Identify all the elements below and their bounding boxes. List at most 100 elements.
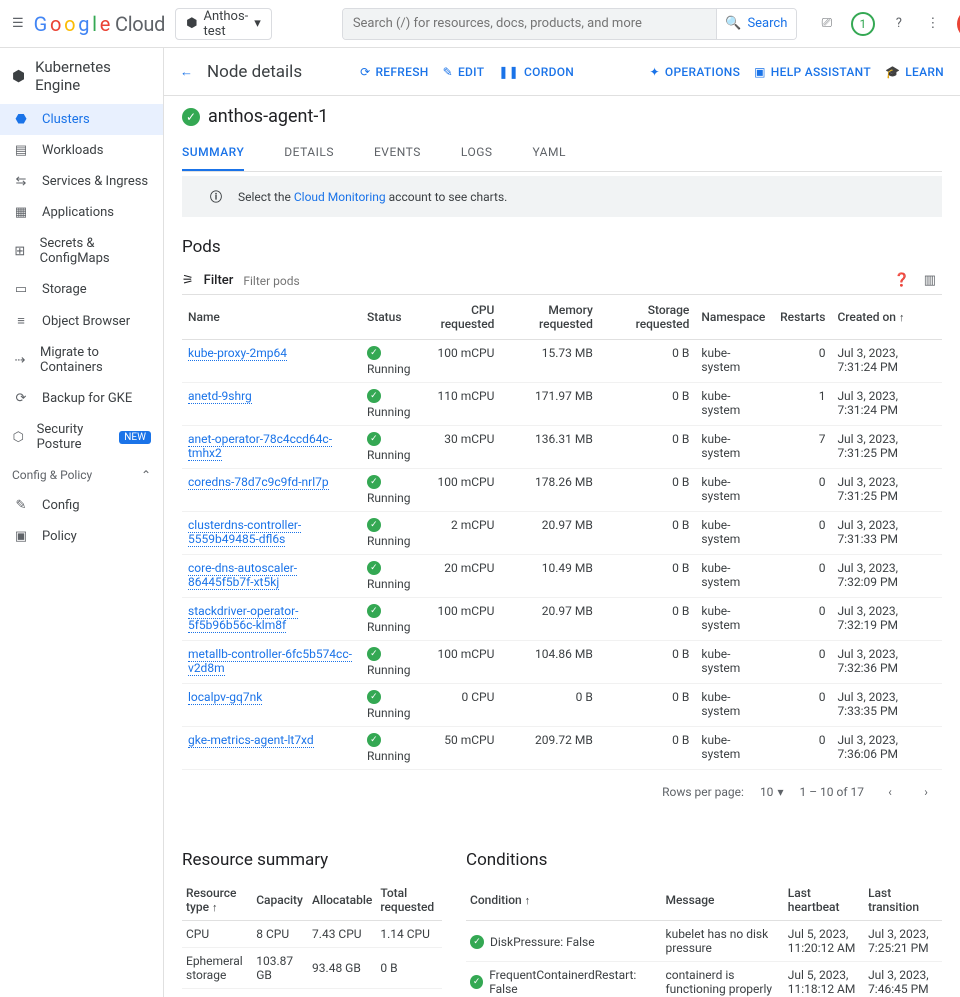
sidebar-item-secrets-configmaps[interactable]: ⊞Secrets & ConfigMaps [0, 228, 163, 274]
pods-section-title: Pods [182, 237, 942, 257]
sidebar-item-workloads[interactable]: ▤Workloads [0, 135, 163, 166]
status-ok-icon: ✓ [367, 733, 381, 747]
rows-per-page-select[interactable]: 10 ▾ [760, 785, 784, 799]
help-assistant-button[interactable]: ▣HELP ASSISTANT [754, 65, 871, 79]
sidebar-item-security-posture[interactable]: ⬡Security PostureNEW [0, 414, 163, 460]
tab-logs[interactable]: LOGS [461, 135, 493, 171]
notifications-indicator[interactable]: 1 [851, 12, 875, 36]
sidebar-item-config[interactable]: ✎Config [0, 490, 163, 521]
pod-link[interactable]: anet-operator-78c4ccd64c-tmhx2 [188, 432, 332, 461]
pod-link[interactable]: coredns-78d7c9c9fd-nrl7p [188, 475, 329, 490]
cloud-monitoring-link[interactable]: Cloud Monitoring [294, 190, 386, 204]
tab-yaml[interactable]: YAML [533, 135, 566, 171]
pod-mem: 104.86 MB [500, 641, 598, 684]
status-ok-icon: ✓ [470, 935, 484, 949]
pod-link[interactable]: metallb-controller-6fc5b574cc-v2d8m [188, 647, 352, 676]
col-namespace[interactable]: Namespace [695, 295, 774, 340]
pod-link[interactable]: stackdriver-operator-5f5b96b56c-klm8f [188, 604, 298, 633]
tab-details[interactable]: DETAILS [284, 135, 334, 171]
learn-button[interactable]: 🎓LEARN [885, 65, 944, 79]
col-restarts[interactable]: Restarts [774, 295, 831, 340]
cordon-button[interactable]: ❚❚CORDON [498, 65, 574, 79]
pod-link[interactable]: core-dns-autoscaler-86445f5b7f-xt5kj [188, 561, 297, 590]
pod-link[interactable]: kube-proxy-2mp64 [188, 346, 287, 361]
sidebar-item-object-browser[interactable]: ≡Object Browser [0, 305, 163, 337]
pod-stor: 0 B [599, 340, 696, 383]
pod-ns: kube-system [695, 727, 774, 770]
table-row: clusterdns-controller-5559b49485-dfl6s ✓… [182, 512, 942, 555]
sidebar-section-config-policy[interactable]: Config & Policy ⌃ [0, 460, 163, 490]
rs-req: 1.14 CPU [376, 921, 442, 948]
col-mem[interactable]: Memory requested [500, 295, 598, 340]
table-row: metallb-controller-6fc5b574cc-v2d8m ✓Run… [182, 641, 942, 684]
sidebar-item-applications[interactable]: ▦Applications [0, 197, 163, 228]
pod-cpu: 2 mCPU [416, 512, 500, 555]
search-button[interactable]: 🔍 Search [716, 9, 796, 39]
more-icon[interactable]: ⋮ [923, 14, 943, 34]
column-selector-icon[interactable]: ▥ [924, 273, 936, 288]
search-button-label: Search [747, 16, 787, 31]
pager-next[interactable]: › [916, 782, 936, 802]
pod-status-text: Running [367, 405, 411, 419]
kubernetes-icon: ⬢ [12, 67, 25, 85]
refresh-button[interactable]: ⟳REFRESH [360, 65, 429, 79]
filter-icon[interactable]: ⚞ [182, 273, 194, 288]
help-circled-icon[interactable]: ❓ [894, 273, 910, 288]
pager-prev[interactable]: ‹ [880, 782, 900, 802]
pod-mem: 10.49 MB [500, 555, 598, 598]
sidebar-icon: ✎ [12, 498, 30, 513]
cond-col-cond[interactable]: Condition ↑ [466, 880, 662, 921]
pod-restarts: 0 [774, 727, 831, 770]
pod-link[interactable]: clusterdns-controller-5559b49485-dfl6s [188, 518, 301, 547]
rs-col-alloc[interactable]: Allocatable [308, 880, 376, 921]
pod-mem: 136.31 MB [500, 426, 598, 469]
cond-col-msg[interactable]: Message [662, 880, 784, 921]
cloud-shell-icon[interactable]: ⎚ [817, 14, 837, 34]
pod-restarts: 7 [774, 426, 831, 469]
rs-col-req[interactable]: Total requested [376, 880, 442, 921]
filter-input[interactable] [243, 274, 942, 288]
sidebar-item-clusters[interactable]: ⬣Clusters [0, 104, 163, 135]
back-arrow-icon[interactable]: ← [180, 64, 193, 80]
status-ok-icon: ✓ [470, 975, 483, 989]
sidebar-item-storage[interactable]: ▭Storage [0, 274, 163, 305]
operations-button[interactable]: ✦OPERATIONS [650, 65, 741, 79]
col-created[interactable]: Created on ↑ [831, 295, 942, 340]
sidebar-section-label: Config & Policy [12, 468, 92, 482]
col-status[interactable]: Status [361, 295, 417, 340]
logo[interactable]: Google Cloud [34, 12, 165, 36]
pod-link[interactable]: gke-metrics-agent-lt7xd [188, 733, 314, 748]
tab-summary[interactable]: SUMMARY [182, 135, 244, 171]
edit-button[interactable]: ✎EDIT [443, 65, 485, 79]
pod-link[interactable]: anetd-9shrg [188, 389, 252, 404]
help-icon[interactable]: ? [889, 14, 909, 34]
rs-cap: 0 [252, 989, 308, 997]
hamburger-icon[interactable]: ☰ [12, 14, 24, 34]
sidebar-item-migrate-to-containers[interactable]: ⇢Migrate to Containers [0, 337, 163, 383]
search-input[interactable] [343, 9, 716, 39]
sidebar-item-policy[interactable]: ▣Policy [0, 521, 163, 552]
pod-ns: kube-system [695, 555, 774, 598]
info-text: Select the Cloud Monitoring account to s… [238, 190, 507, 204]
rs-col-cap[interactable]: Capacity [252, 880, 308, 921]
pod-created: Jul 3, 2023, 7:31:24 PM [831, 383, 942, 426]
col-cpu[interactable]: CPU requested [416, 295, 500, 340]
col-name[interactable]: Name [182, 295, 361, 340]
rs-type: CPU [182, 921, 252, 948]
cond-col-trans[interactable]: Last transition [864, 880, 942, 921]
pod-created: Jul 3, 2023, 7:31:25 PM [831, 469, 942, 512]
pods-filter-row: ⚞ Filter ❓ ▥ [182, 267, 942, 295]
sidebar-product-header[interactable]: ⬢ Kubernetes Engine [0, 48, 163, 104]
page-title: Node details [207, 62, 302, 82]
cond-col-hb[interactable]: Last heartbeat [784, 880, 864, 921]
project-picker[interactable]: ⬢ Anthos-test ▾ [175, 8, 272, 40]
sidebar-item-backup-for-gke[interactable]: ⟳Backup for GKE [0, 383, 163, 414]
top-bar: ☰ Google Cloud ⬢ Anthos-test ▾ 🔍 Search … [0, 0, 960, 48]
col-stor[interactable]: Storage requested [599, 295, 696, 340]
pod-link[interactable]: localpv-gq7nk [188, 690, 262, 705]
rs-cap: 103.87 GB [252, 948, 308, 989]
sidebar-item-services-ingress[interactable]: ⇆Services & Ingress [0, 166, 163, 197]
rs-col-type[interactable]: Resource type ↑ [182, 880, 252, 921]
tab-events[interactable]: EVENTS [374, 135, 421, 171]
pods-pager: Rows per page: 10 ▾ 1 – 10 of 17 ‹ › [182, 770, 942, 814]
